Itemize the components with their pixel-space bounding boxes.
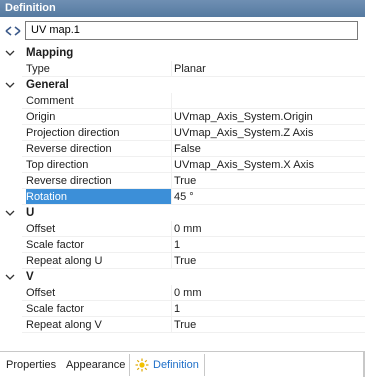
sun-icon (135, 358, 149, 372)
property-value[interactable] (174, 93, 363, 109)
property-row-selected[interactable]: Rotation 45 ° (0, 189, 365, 205)
chevron-down-icon[interactable] (4, 45, 16, 61)
category-v[interactable]: V (0, 269, 365, 285)
tab-separator (204, 354, 205, 376)
property-row[interactable]: Scale factor 1 (0, 301, 365, 317)
property-row[interactable]: Reverse direction False (0, 141, 365, 157)
property-value[interactable]: Planar (174, 61, 363, 77)
property-name: Rotation (26, 189, 171, 205)
property-row[interactable]: Type Planar (0, 61, 365, 77)
property-name: Type (26, 63, 50, 75)
chevron-down-icon[interactable] (4, 77, 16, 93)
tab-appearance[interactable]: Appearance (66, 356, 125, 374)
category-label: U (26, 207, 35, 219)
property-name: Origin (26, 111, 56, 123)
property-row[interactable]: Repeat along V True (0, 317, 365, 333)
definition-panel: Definition UV map.1 Mapping Type Planar … (0, 0, 365, 377)
property-row[interactable]: Reverse direction True (0, 173, 365, 189)
property-name: Reverse direction (26, 143, 112, 155)
property-value[interactable]: True (174, 253, 363, 269)
property-value[interactable]: 1 (174, 237, 363, 253)
property-value[interactable]: 45 ° (174, 189, 363, 205)
property-row[interactable]: Comment (0, 93, 365, 109)
chevron-down-icon[interactable] (4, 205, 16, 221)
category-label: V (26, 271, 34, 283)
property-name: Projection direction (26, 127, 120, 139)
category-label: General (26, 79, 69, 91)
property-name: Offset (26, 223, 56, 235)
name-field[interactable]: UV map.1 (25, 21, 358, 40)
property-row[interactable]: Offset 0 mm (0, 221, 365, 237)
tab-separator (129, 354, 130, 376)
property-row[interactable]: Projection direction UVmap_Axis_System.Z… (0, 125, 365, 141)
property-grid: Mapping Type Planar General Comment Orig… (0, 45, 365, 333)
category-general[interactable]: General (0, 77, 365, 93)
property-value[interactable]: True (174, 173, 363, 189)
property-row[interactable]: Scale factor 1 (0, 237, 365, 253)
property-name: Top direction (26, 159, 89, 171)
property-value[interactable]: UVmap_Axis_System.Origin (174, 109, 363, 125)
property-row[interactable]: Top direction UVmap_Axis_System.X Axis (0, 157, 365, 173)
category-label: Mapping (26, 47, 74, 59)
property-name: Comment (26, 95, 74, 107)
category-mapping[interactable]: Mapping (0, 45, 365, 61)
property-value[interactable]: UVmap_Axis_System.X Axis (174, 157, 363, 173)
chevron-down-icon[interactable] (4, 269, 16, 285)
property-value[interactable]: True (174, 317, 363, 333)
tab-definition[interactable]: Definition (153, 356, 199, 374)
tab-properties[interactable]: Properties (6, 356, 56, 374)
property-row[interactable]: Offset 0 mm (0, 285, 365, 301)
panel-title: Definition (0, 0, 365, 17)
property-name: Scale factor (26, 239, 85, 251)
property-value[interactable]: UVmap_Axis_System.Z Axis (174, 125, 363, 141)
name-bar: UV map.1 (0, 19, 365, 44)
property-value[interactable]: 0 mm (174, 285, 363, 301)
property-name: Repeat along U (26, 255, 103, 267)
property-value[interactable]: False (174, 141, 363, 157)
property-value[interactable]: 0 mm (174, 221, 363, 237)
property-name: Scale factor (26, 303, 85, 315)
property-name: Offset (26, 287, 56, 299)
property-row[interactable]: Origin UVmap_Axis_System.Origin (0, 109, 365, 125)
property-row[interactable]: Repeat along U True (0, 253, 365, 269)
tab-bar: Properties Appearance Definition (0, 351, 365, 377)
property-name: Repeat along V (26, 319, 102, 331)
property-value[interactable]: 1 (174, 301, 363, 317)
link-icon[interactable] (4, 23, 22, 39)
category-u[interactable]: U (0, 205, 365, 221)
property-name: Reverse direction (26, 175, 112, 187)
